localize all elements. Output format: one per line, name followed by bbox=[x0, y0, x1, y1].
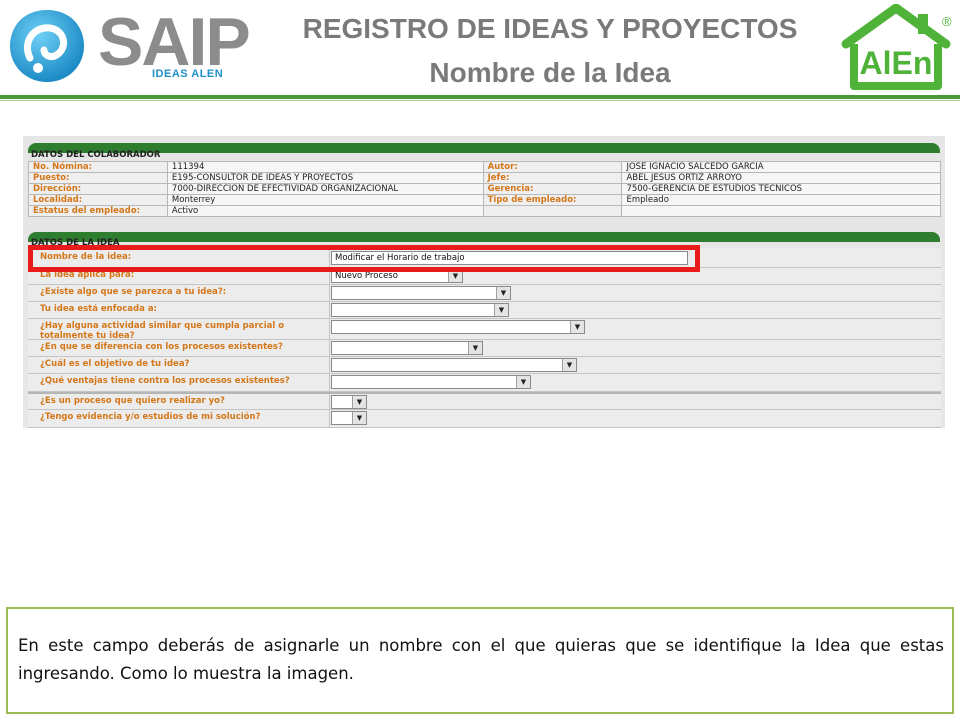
table-row: No. Nómina: 111394 Autor: JOSE IGNACIO S… bbox=[28, 161, 941, 173]
table-row: Dirección: 7000-DIRECCION DE EFECTIVIDAD… bbox=[28, 183, 941, 195]
question-row: ¿Tengo evidencia y/o estudios de mi solu… bbox=[28, 410, 941, 428]
column-divider bbox=[329, 302, 330, 318]
field-value: JOSE IGNACIO SALCEDO GARCIA bbox=[621, 161, 941, 173]
saip-drop-icon bbox=[10, 10, 84, 82]
chevron-down-icon[interactable]: ▼ bbox=[352, 412, 366, 424]
field-label: Jefe: bbox=[482, 172, 623, 184]
field-value: 111394 bbox=[166, 161, 484, 173]
field-value: 7000-DIRECCION DE EFECTIVIDAD ORGANIZACI… bbox=[166, 183, 484, 195]
question-row: ¿Cuál es el objetivo de tu idea? ▼ bbox=[28, 357, 941, 374]
field-label: Tipo de empleado: bbox=[482, 194, 623, 206]
chevron-down-icon[interactable]: ▼ bbox=[516, 376, 530, 388]
colaborador-table: No. Nómina: 111394 Autor: JOSE IGNACIO S… bbox=[28, 161, 941, 217]
page-subtitle: Nombre de la Idea bbox=[429, 57, 671, 88]
evidence-select[interactable]: ▼ bbox=[331, 411, 367, 425]
field-label: Estatus del empleado: bbox=[28, 205, 168, 217]
question-label: ¿Hay alguna actividad similar que cumpla… bbox=[40, 321, 285, 341]
question-label: Tu idea está enfocada a: bbox=[40, 304, 157, 314]
column-divider bbox=[329, 374, 330, 391]
field-label: Gerencia: bbox=[482, 183, 623, 195]
question-label: ¿Es un proceso que quiero realizar yo? bbox=[40, 396, 225, 406]
field-value: ABEL JESUS ORTIZ ARROYO bbox=[621, 172, 941, 184]
chevron-down-icon[interactable]: ▼ bbox=[494, 304, 508, 316]
question-label: ¿Tengo evidencia y/o estudios de mi solu… bbox=[40, 412, 261, 422]
alen-house-icon: AlEn ® bbox=[841, 3, 952, 90]
colaborador-section-title: DATOS DEL COLABORADOR bbox=[31, 150, 161, 160]
registered-mark: ® bbox=[942, 14, 952, 29]
column-divider bbox=[329, 357, 330, 373]
alen-logo: AlEn ® bbox=[838, 3, 954, 92]
saip-logo-subtitle: IDEAS ALEN bbox=[152, 68, 224, 80]
field-value: Activo bbox=[166, 205, 484, 217]
objective-select[interactable]: ▼ bbox=[331, 358, 577, 372]
column-divider bbox=[329, 285, 330, 301]
difference-select[interactable]: ▼ bbox=[331, 341, 483, 355]
alen-logo-word: AlEn bbox=[860, 45, 933, 81]
field-value bbox=[621, 205, 941, 217]
column-divider bbox=[329, 394, 330, 409]
idea-focus-select[interactable]: ▼ bbox=[331, 303, 509, 317]
field-label: Autor: bbox=[482, 161, 623, 173]
table-row: Estatus del empleado: Activo bbox=[28, 205, 941, 217]
field-label: No. Nómina: bbox=[28, 161, 168, 173]
field-value: E195-CONSULTOR DE IDEAS Y PROYECTOS bbox=[166, 172, 484, 184]
header-divider bbox=[0, 95, 960, 99]
caption-box: En este campo deberás de asignarle un no… bbox=[6, 607, 954, 714]
column-divider bbox=[329, 319, 330, 339]
question-label: ¿Qué ventajas tiene contra los procesos … bbox=[40, 376, 290, 386]
similar-activity-select[interactable]: ▼ bbox=[331, 320, 585, 334]
field-value: 7500-GERENCIA DE ESTUDIOS TECNICOS bbox=[621, 183, 941, 195]
field-label: Localidad: bbox=[28, 194, 168, 206]
field-label: Puesto: bbox=[28, 172, 168, 184]
field-value: Empleado bbox=[621, 194, 941, 206]
question-row: ¿Hay alguna actividad similar que cumpla… bbox=[28, 319, 941, 341]
saip-logo: SAIP IDEAS ALEN bbox=[6, 4, 256, 84]
colaborador-section-bar bbox=[28, 143, 940, 153]
chevron-down-icon[interactable]: ▼ bbox=[570, 321, 584, 333]
question-label: ¿Cuál es el objetivo de tu idea? bbox=[40, 359, 190, 369]
question-row: Tu idea está enfocada a: ▼ bbox=[28, 302, 941, 319]
question-row: ¿En que se diferencia con los procesos e… bbox=[28, 340, 941, 357]
highlight-box bbox=[28, 245, 700, 272]
page-title: REGISTRO DE IDEAS Y PROYECTOS bbox=[302, 13, 798, 44]
similar-exists-select[interactable]: ▼ bbox=[331, 286, 511, 300]
table-row: Localidad: Monterrey Tipo de empleado: E… bbox=[28, 194, 941, 206]
question-row: ¿Es un proceso que quiero realizar yo? ▼ bbox=[28, 392, 941, 410]
idea-section-bar bbox=[28, 232, 940, 242]
column-divider bbox=[329, 410, 330, 427]
own-process-select[interactable]: ▼ bbox=[331, 395, 367, 409]
question-row: ¿Existe algo que se parezca a tu idea?: … bbox=[28, 285, 941, 302]
question-row: ¿Qué ventajas tiene contra los procesos … bbox=[28, 374, 941, 392]
chevron-down-icon[interactable]: ▼ bbox=[468, 342, 482, 354]
select-value: Nuevo Proceso bbox=[335, 271, 398, 281]
advantages-select[interactable]: ▼ bbox=[331, 375, 531, 389]
field-label: Dirección: bbox=[28, 183, 168, 195]
table-row: Puesto: E195-CONSULTOR DE IDEAS Y PROYEC… bbox=[28, 172, 941, 184]
caption-text: En este campo deberás de asignarle un no… bbox=[18, 636, 944, 683]
chevron-down-icon[interactable]: ▼ bbox=[562, 359, 576, 371]
header-divider-light bbox=[0, 100, 960, 101]
chevron-down-icon[interactable]: ▼ bbox=[352, 396, 366, 408]
question-label: ¿En que se diferencia con los procesos e… bbox=[40, 342, 283, 352]
form-screenshot: DATOS DEL COLABORADOR No. Nómina: 111394… bbox=[23, 136, 945, 428]
field-label bbox=[482, 205, 623, 217]
column-divider bbox=[329, 340, 330, 356]
chevron-down-icon[interactable]: ▼ bbox=[496, 287, 510, 299]
question-label: ¿Existe algo que se parezca a tu idea?: bbox=[40, 287, 227, 297]
field-value: Monterrey bbox=[166, 194, 484, 206]
